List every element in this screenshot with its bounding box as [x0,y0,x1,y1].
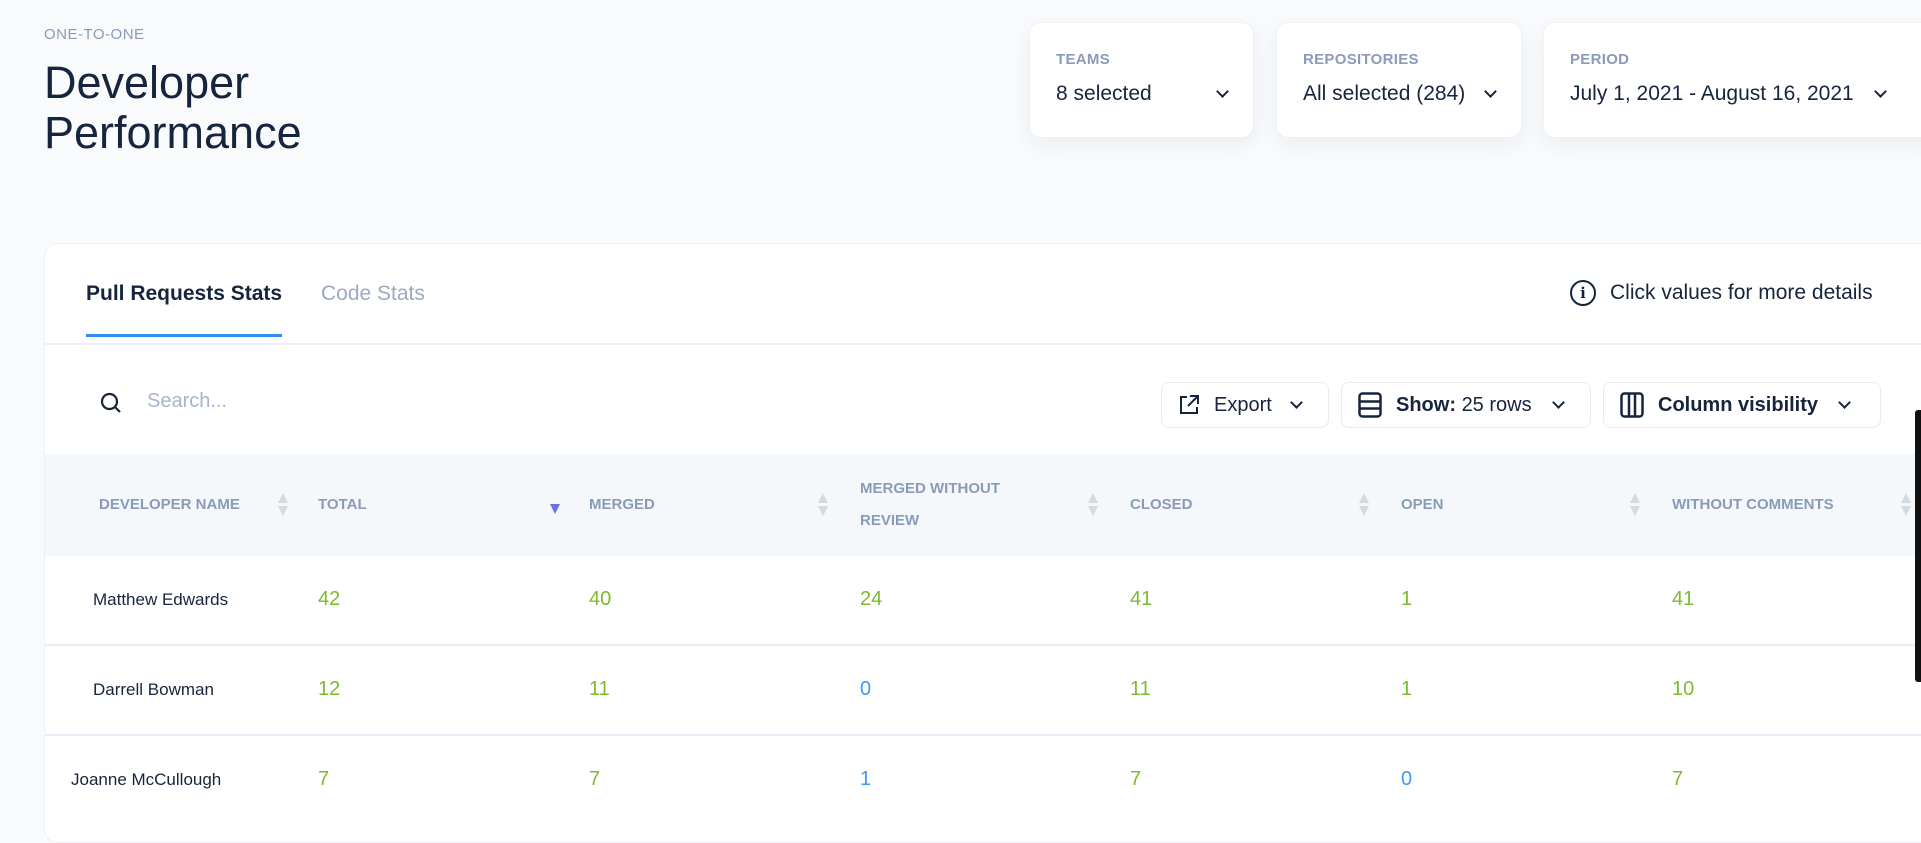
chevron-down-icon [1216,85,1229,98]
info-hint: i Click values for more details [1570,280,1873,306]
tab-pull-requests-stats[interactable]: Pull Requests Stats [86,282,283,337]
stat-value[interactable]: 12 [318,678,340,701]
chevron-down-icon [1551,396,1565,409]
filter-value: 8 selected [1056,82,1152,105]
stat-value[interactable]: 0 [1401,768,1412,791]
stat-value[interactable]: 24 [860,588,882,611]
stat-value[interactable]: 7 [318,768,329,791]
stat-value[interactable]: 41 [1672,588,1694,611]
search-input[interactable] [147,390,547,413]
stat-value[interactable]: 7 [1130,768,1141,791]
table-row: Joanne McCullough 7 7 1 7 0 7 [45,736,1921,826]
filter-label: TEAMS [1056,51,1110,68]
info-text: Click values for more details [1610,281,1873,304]
tab-code-stats[interactable]: Code Stats [321,282,425,334]
column-header[interactable]: TOTAL [318,454,488,556]
column-header[interactable]: DEVELOPER NAME [99,454,269,556]
sort-icon[interactable] [1900,492,1912,518]
export-label: Export [1214,393,1272,416]
sort-icon[interactable] [1087,492,1099,518]
stat-value[interactable]: 1 [860,768,871,791]
stats-card: Pull Requests Stats Code Stats i Click va… [44,243,1921,843]
filter-value: All selected (284) [1303,82,1466,105]
stat-value[interactable]: 7 [1672,768,1683,791]
table-row: Darrell Bowman 12 11 0 11 1 10 [45,646,1921,736]
tab-bar: Pull Requests Stats Code Stats i Click va… [45,244,1921,345]
developer-name[interactable]: Matthew Edwards [93,590,228,610]
column-header[interactable]: OPEN [1401,454,1571,556]
stat-value[interactable]: 0 [860,678,871,701]
stat-value[interactable]: 1 [1401,678,1412,701]
column-visibility-button[interactable]: Column visibility [1603,382,1881,428]
column-header[interactable]: CLOSED [1130,454,1300,556]
title-line: Performance [44,107,302,158]
search-icon [100,392,121,413]
page-title: Developer Performance [44,58,302,158]
developer-name[interactable]: Darrell Bowman [93,680,214,700]
column-header[interactable]: MERGED [589,454,759,556]
stat-value[interactable]: 41 [1130,588,1152,611]
filter-label: REPOSITORIES [1303,51,1419,68]
sort-icon[interactable] [817,492,829,518]
sort-icon[interactable] [277,492,289,518]
stat-value[interactable]: 40 [589,588,611,611]
teams-filter[interactable]: TEAMS 8 selected [1029,22,1254,138]
title-line: Developer [44,57,250,108]
stat-value[interactable]: 1 [1401,588,1412,611]
page-eyebrow: ONE-TO-ONE [44,26,145,43]
chevron-down-icon [1289,396,1303,409]
show-label: Show: [1396,393,1456,416]
show-value: 25 rows [1461,393,1532,416]
chevron-down-icon [1484,85,1497,98]
stat-value[interactable]: 11 [589,678,610,701]
chevron-down-icon [1838,396,1851,409]
sort-descending-icon[interactable] [549,492,561,518]
filter-label: PERIOD [1570,51,1630,68]
chevron-down-icon [1873,85,1887,98]
columns-icon [1620,392,1644,418]
developer-name[interactable]: Joanne McCullough [71,770,221,790]
stat-value[interactable]: 11 [1130,678,1151,701]
info-icon: i [1570,280,1596,306]
column-header[interactable]: WITHOUT COMMENTS [1672,454,1842,556]
sort-icon[interactable] [1629,492,1641,518]
stat-value[interactable]: 10 [1672,678,1694,701]
external-link-icon [1180,395,1199,414]
repositories-filter[interactable]: REPOSITORIES All selected (284) [1276,22,1522,138]
sort-icon[interactable] [1358,492,1370,518]
table-row: Matthew Edwards 42 40 24 41 1 41 [45,556,1921,646]
rows-icon [1358,392,1382,418]
scrollbar[interactable] [1915,410,1921,682]
stat-value[interactable]: 7 [589,768,600,791]
show-rows-select[interactable]: Show: 25 rows [1341,382,1591,428]
stat-value[interactable]: 42 [318,588,340,611]
period-filter[interactable]: PERIOD July 1, 2021 - August 16, 2021 [1543,22,1921,138]
export-button[interactable]: Export [1161,382,1329,428]
column-header[interactable]: MERGED WITHOUT REVIEW [860,454,1010,556]
column-visibility-label: Column visibility [1658,393,1819,416]
filter-value: July 1, 2021 - August 16, 2021 [1570,82,1854,105]
